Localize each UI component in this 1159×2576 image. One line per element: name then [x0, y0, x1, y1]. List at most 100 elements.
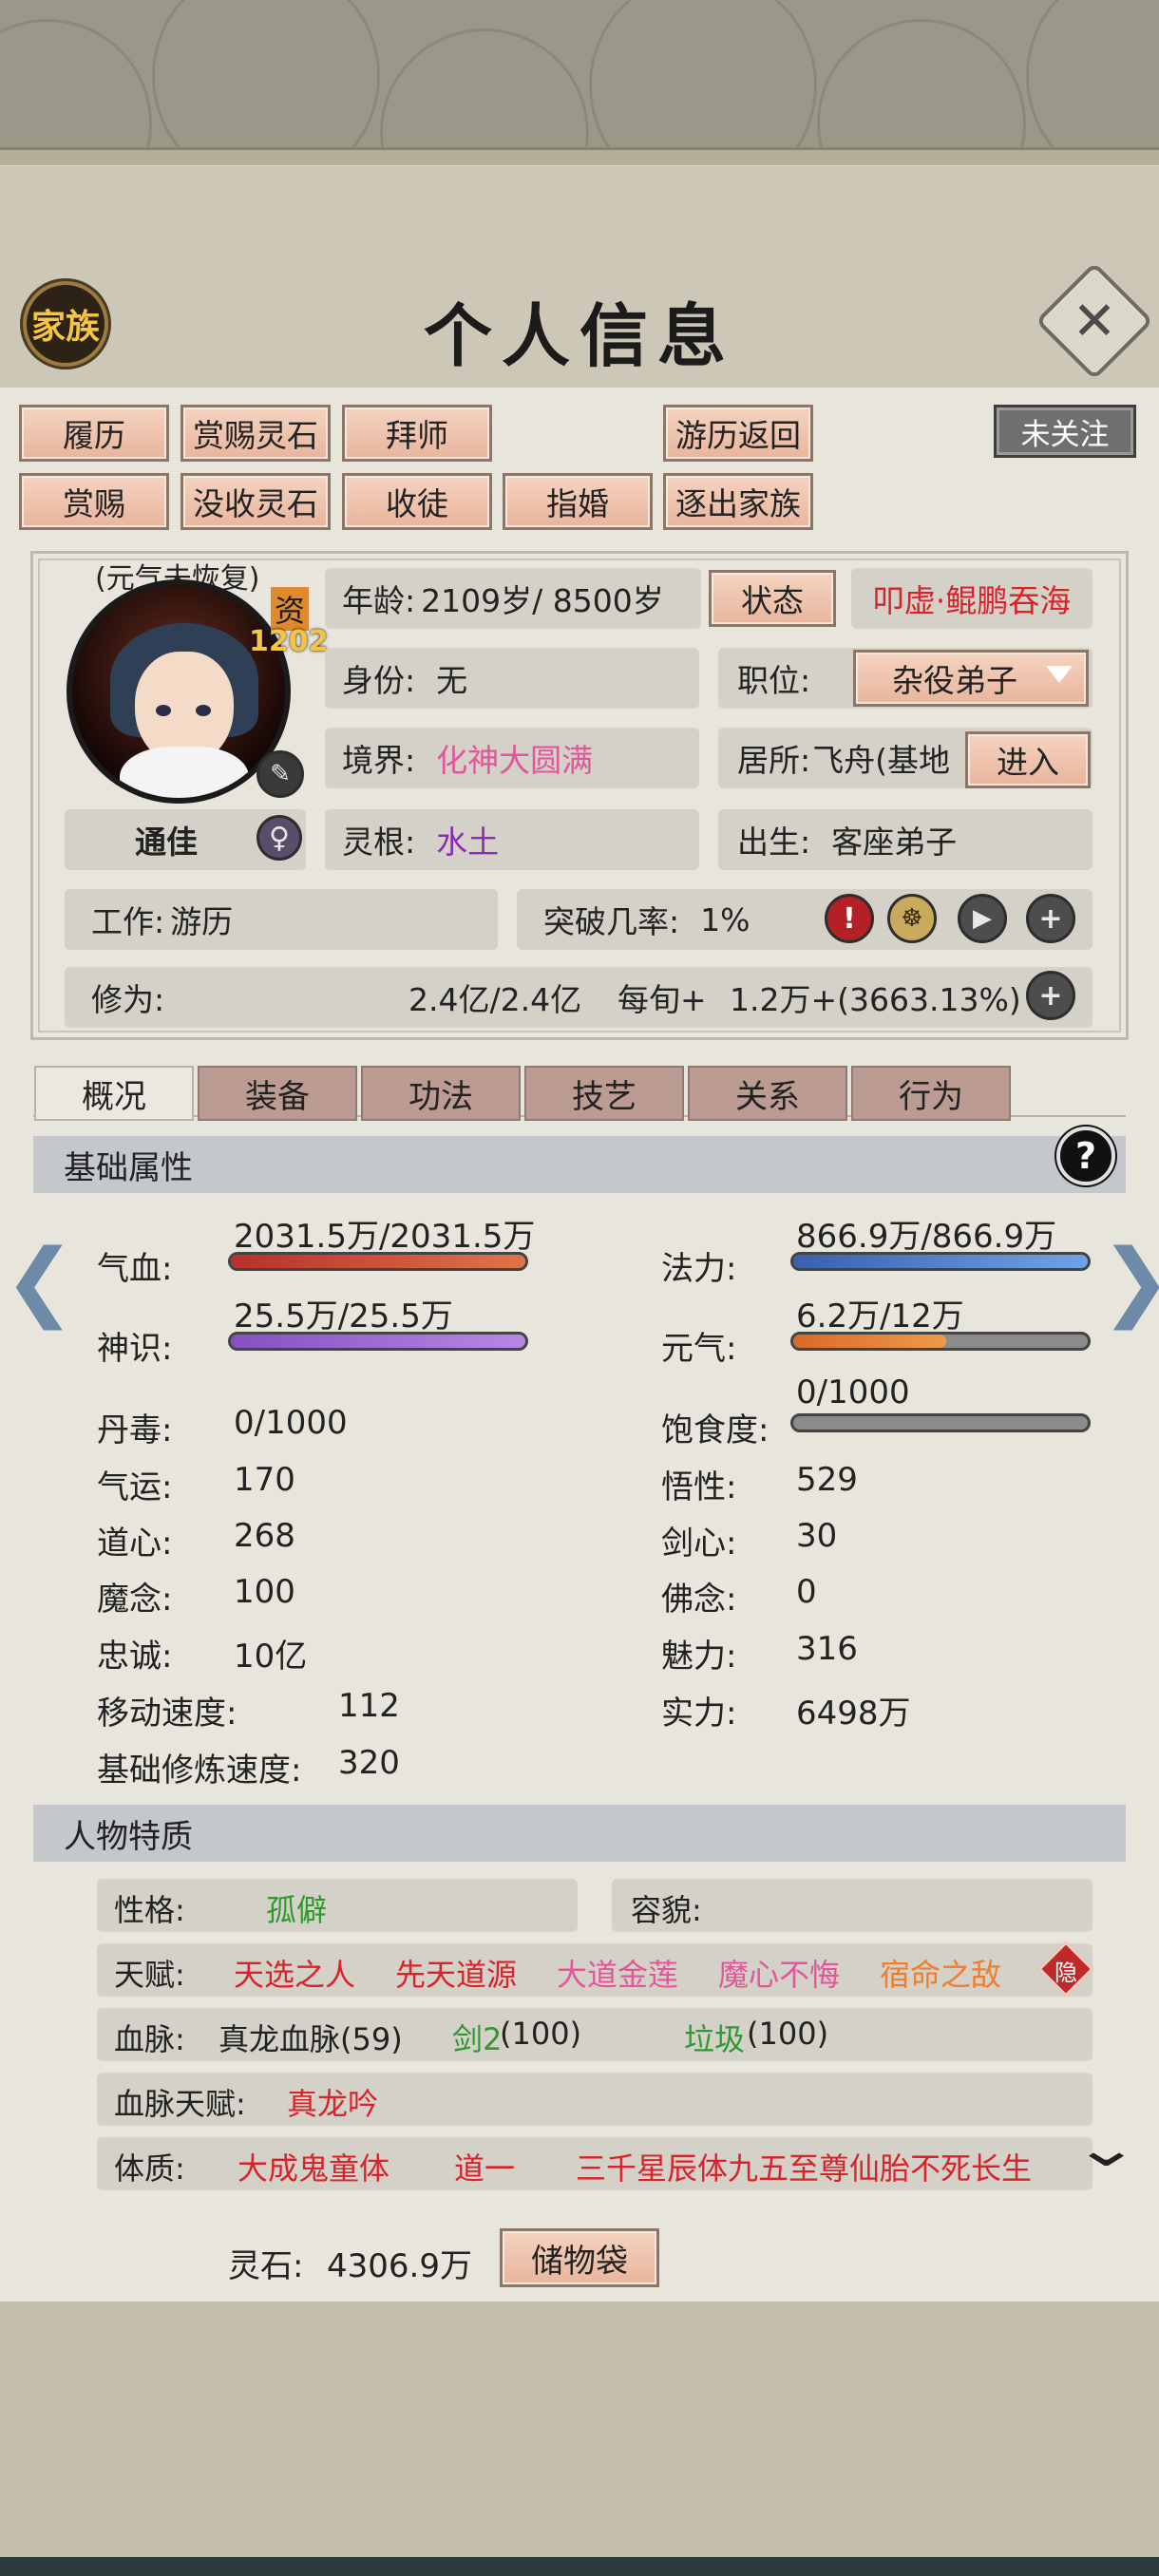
- apprentice-button[interactable]: 拜师: [342, 405, 492, 462]
- hp-label: 气血:: [97, 1250, 173, 1288]
- per-tick-label: 每旬+: [618, 981, 707, 1018]
- root-label: 灵根:: [342, 824, 416, 861]
- work-label: 工作:: [91, 903, 165, 940]
- traits-header: 人物特质: [33, 1805, 1126, 1862]
- talent-item[interactable]: 天选之人: [234, 1951, 355, 1995]
- status-button[interactable]: 状态: [709, 570, 836, 627]
- sword-heart-label: 剑心:: [661, 1525, 737, 1563]
- tab-overview[interactable]: 概况: [34, 1066, 194, 1121]
- expand-chevron-icon[interactable]: ⌄: [1072, 2118, 1140, 2178]
- vital-value: 6.2万/12万: [796, 1297, 964, 1335]
- spirit-stone-label: 灵石:: [228, 2247, 304, 2285]
- per-tick-value: 1.2万+(3663.13%): [730, 981, 1021, 1018]
- hp-bar: [228, 1252, 528, 1271]
- buddha-label: 佛念:: [661, 1581, 737, 1619]
- power-label: 实力:: [661, 1695, 737, 1733]
- skill-name[interactable]: 叩虚·鲲鹏吞海: [851, 568, 1092, 629]
- bottom-background: [0, 2301, 1159, 2576]
- reward-button[interactable]: 赏赐: [19, 473, 169, 530]
- realm-value: 化神大圆满: [436, 742, 594, 779]
- return-travel-button[interactable]: 游历返回: [663, 405, 813, 462]
- next-arrow-icon[interactable]: ❯: [1100, 1231, 1159, 1331]
- talent-item[interactable]: 大道金莲: [557, 1951, 678, 1995]
- confiscate-stone-button[interactable]: 没收灵石: [180, 473, 331, 530]
- follow-button[interactable]: 未关注: [994, 405, 1136, 458]
- work-value: 游历: [170, 903, 234, 940]
- enter-button[interactable]: 进入: [965, 731, 1091, 788]
- previous-arrow-icon[interactable]: ❮: [4, 1231, 75, 1331]
- age-label: 年龄:: [342, 582, 416, 619]
- move-speed-value: 112: [338, 1687, 400, 1725]
- chevron-down-icon: [1046, 666, 1073, 683]
- meditation-icon[interactable]: ☸: [887, 894, 937, 943]
- power-value: 6498万: [796, 1695, 911, 1733]
- storage-bag-button[interactable]: 储物袋: [500, 2228, 659, 2287]
- take-disciple-button[interactable]: 收徒: [342, 473, 492, 530]
- help-icon[interactable]: ?: [1056, 1127, 1115, 1185]
- realm-field: 境界: 化神大圆满: [325, 728, 699, 788]
- expel-button[interactable]: 逐出家族: [663, 473, 813, 530]
- vital-label: 元气:: [661, 1330, 737, 1368]
- talent-item[interactable]: 宿命之敌: [880, 1951, 1001, 1995]
- position-select[interactable]: 杂役弟子: [853, 650, 1089, 707]
- tab-behavior[interactable]: 行为: [851, 1066, 1011, 1121]
- residence-value: 飞舟(基地: [812, 742, 950, 779]
- sense-bar: [228, 1332, 528, 1351]
- mana-bar: [790, 1252, 1091, 1271]
- insight-value: 529: [796, 1461, 858, 1499]
- tab-techniques[interactable]: 功法: [361, 1066, 521, 1121]
- mana-value: 866.9万/866.9万: [796, 1218, 1057, 1256]
- bloodline-trash-name: 垃圾: [684, 2021, 746, 2057]
- physique-item: 大成鬼童体: [238, 2150, 390, 2187]
- vital-bar: [790, 1332, 1091, 1351]
- tab-skills[interactable]: 技艺: [524, 1066, 684, 1121]
- page-title: 个人信息: [423, 295, 735, 376]
- work-field: 工作: 游历: [65, 889, 498, 950]
- bloodline-main: 真龙血脉(59): [218, 2021, 403, 2057]
- talent-item[interactable]: 先天道源: [395, 1951, 517, 1995]
- root-value: 水土: [436, 824, 500, 861]
- close-icon: ✕: [1072, 290, 1117, 352]
- talent-item[interactable]: 魔心不悔: [718, 1951, 840, 1995]
- buddha-value: 0: [796, 1573, 817, 1611]
- satiety-bar: [790, 1413, 1091, 1432]
- warning-icon[interactable]: !: [825, 894, 874, 943]
- bloodline-talent-field: [97, 2073, 1092, 2126]
- bloodline-talent-label: 血脉天赋:: [114, 2086, 246, 2122]
- cultivation-field: 修为: 2.4亿/2.4亿 每旬+ 1.2万+(3663.13%): [65, 967, 1092, 1028]
- train-speed-label: 基础修炼速度:: [97, 1752, 302, 1790]
- bottom-decor-strip: [0, 2557, 1159, 2576]
- edit-pen-icon[interactable]: ✎: [256, 750, 304, 798]
- add-cultivation-icon[interactable]: +: [1026, 971, 1075, 1020]
- basic-attributes-header: 基础属性: [33, 1136, 1126, 1193]
- arrange-marriage-button[interactable]: 指婚: [503, 473, 653, 530]
- sense-value: 25.5万/25.5万: [234, 1297, 453, 1335]
- reward-stone-button[interactable]: 赏赐灵石: [180, 405, 331, 462]
- play-icon[interactable]: ▶: [958, 894, 1007, 943]
- satiety-value: 0/1000: [796, 1373, 910, 1411]
- physique-item: 道一: [454, 2150, 516, 2187]
- insight-label: 悟性:: [661, 1468, 737, 1506]
- breakthrough-value: 1%: [700, 900, 750, 938]
- history-button[interactable]: 履历: [19, 405, 169, 462]
- top-decor-band: [0, 0, 1159, 166]
- physique-item: 三千星辰体九五至尊仙胎不死长生: [576, 2150, 1033, 2187]
- demon-label: 魔念:: [97, 1581, 173, 1619]
- bloodline-sword-num: (100): [500, 2016, 582, 2052]
- age-field: 年龄: 2109岁/ 8500岁: [325, 568, 701, 629]
- birth-field: 出生: 客座弟子: [718, 809, 1092, 870]
- talent-label: 天赋:: [114, 1957, 185, 1993]
- position-label: 职位:: [737, 662, 811, 699]
- bloodline-trash-num: (100): [747, 2016, 829, 2052]
- loyalty-label: 忠诚:: [97, 1638, 173, 1676]
- physique-label: 体质:: [114, 2150, 185, 2187]
- personality-value: 孤僻: [266, 1892, 328, 1928]
- residence-label: 居所:: [737, 742, 811, 779]
- tab-relations[interactable]: 关系: [688, 1066, 847, 1121]
- dao-heart-value: 268: [234, 1517, 295, 1555]
- tab-equipment[interactable]: 装备: [198, 1066, 357, 1121]
- position-value: 杂役弟子: [892, 662, 1017, 699]
- identity-value: 无: [436, 662, 468, 699]
- plus-icon[interactable]: +: [1026, 894, 1075, 943]
- sword-heart-value: 30: [796, 1517, 838, 1555]
